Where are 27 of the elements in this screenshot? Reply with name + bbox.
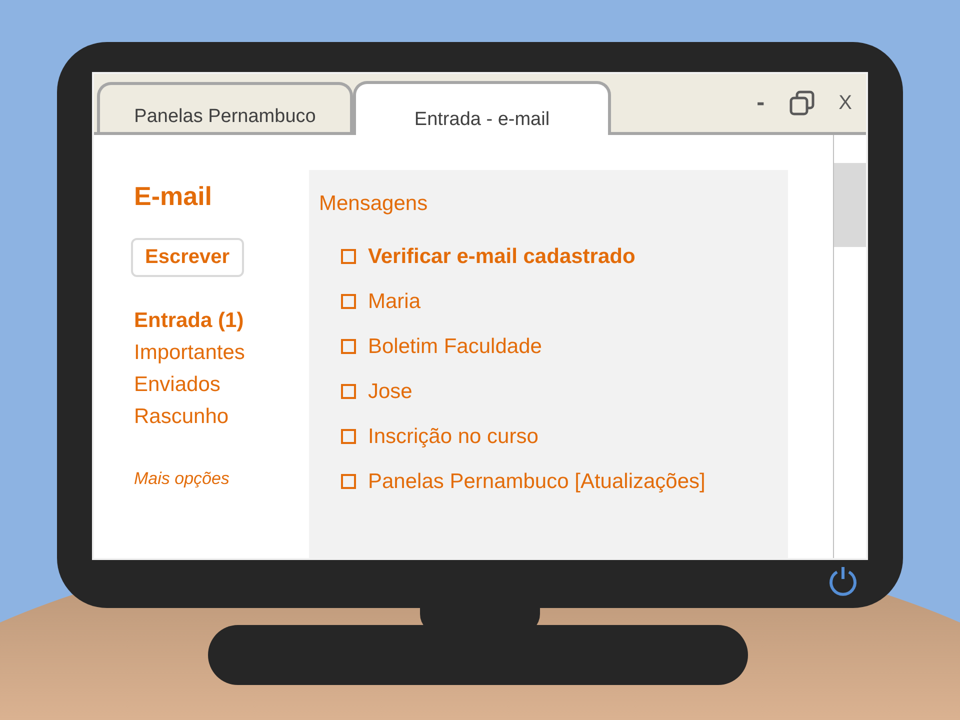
message-subject[interactable]: Panelas Pernambuco [Atualizações] [368, 470, 706, 494]
message-subject[interactable]: Inscrição no curso [368, 424, 538, 448]
checkbox[interactable] [341, 429, 356, 444]
minimize-button[interactable]: - [756, 89, 765, 117]
checkbox[interactable] [341, 249, 356, 264]
app-title: E-mail [134, 181, 212, 212]
folder-link[interactable]: Rascunho [134, 401, 245, 433]
scrollbar-thumb[interactable] [834, 163, 866, 247]
message-subject[interactable]: Boletim Faculdade [368, 334, 542, 358]
folder-link[interactable]: Enviados [134, 369, 245, 401]
folder-link[interactable]: Entrada (1) [134, 305, 245, 337]
checkbox[interactable] [341, 384, 356, 399]
checkbox[interactable] [341, 474, 356, 489]
browser-tab[interactable]: Panelas Pernambuco [97, 82, 353, 132]
checkbox[interactable] [341, 339, 356, 354]
scrollbar[interactable] [833, 135, 866, 558]
message-subject[interactable]: Maria [368, 290, 421, 314]
more-options-link[interactable]: Mais opções [134, 469, 230, 489]
checkbox[interactable] [341, 294, 356, 309]
folder-link[interactable]: Importantes [134, 337, 245, 369]
message-subject[interactable]: Jose [368, 380, 412, 404]
message-subject[interactable]: Verificar e-mail cadastrado [368, 244, 636, 268]
browser-tab[interactable]: Entrada - e-mail [353, 81, 611, 135]
panel-title: Mensagens [319, 192, 429, 216]
compose-button[interactable]: Escrever [131, 238, 244, 277]
restore-icon[interactable] [788, 90, 815, 116]
close-button[interactable]: X [838, 92, 852, 114]
